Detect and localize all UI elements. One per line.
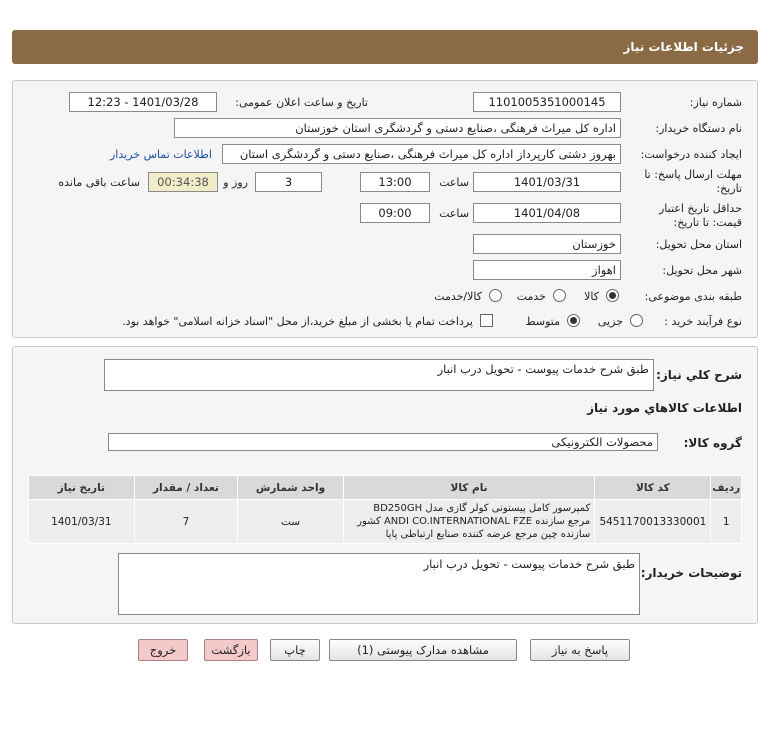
goods-table-header: ردیف کد کالا نام کالا واحد شمارش تعداد /… bbox=[28, 475, 742, 500]
deadline-label: مهلت ارسال پاسخ: تا bbox=[644, 168, 742, 181]
days-label: روز و bbox=[223, 176, 248, 189]
category-option-goods: کالا bbox=[584, 290, 599, 303]
category-option-service: خدمت bbox=[516, 290, 546, 303]
attachments-button[interactable]: مشاهده مدارک پیوستی (1) bbox=[329, 639, 517, 661]
city-label: شهر محل تحویل: bbox=[662, 264, 742, 277]
days-field: 3 bbox=[255, 172, 322, 192]
back-button[interactable]: بازگشت bbox=[204, 639, 258, 661]
validity-label: حداقل تاریخ اعتبار bbox=[658, 202, 742, 215]
cell-unit: ست bbox=[237, 499, 344, 544]
treasury-checkbox[interactable] bbox=[480, 314, 493, 327]
deadline-date-field: 1401/03/31 bbox=[473, 172, 621, 192]
goods-group-label: گروه کالا: bbox=[683, 436, 742, 450]
buyer-org-label: نام دستگاه خریدار: bbox=[655, 122, 742, 135]
goods-group-field: محصولات الکترونیکی bbox=[108, 433, 658, 451]
col-name: نام کالا bbox=[342, 475, 596, 500]
goods-section-title: اطلاعات کالاهاي مورد نياز bbox=[587, 401, 742, 415]
process-option-minor: جزیی bbox=[597, 315, 623, 328]
buyer-notes-label: توضیحات خریدار: bbox=[640, 566, 742, 580]
deadline-time-label: ساعت bbox=[439, 176, 469, 189]
cell-date: 1401/03/31 bbox=[28, 499, 135, 544]
category-label: طبقه بندی موضوعی: bbox=[644, 290, 742, 303]
remaining-time-field: 00:34:38 bbox=[148, 172, 218, 192]
buyer-notes-field: طبق شرح خدمات پیوست - تحویل درب انبار bbox=[118, 553, 640, 615]
category-radio-goods[interactable] bbox=[606, 289, 619, 302]
city-field: اهواز bbox=[473, 260, 621, 280]
validity-time-field: 09:00 bbox=[360, 203, 430, 223]
deadline-time-field: 13:00 bbox=[360, 172, 430, 192]
requester-label: ایجاد کننده درخواست: bbox=[640, 148, 742, 161]
goods-table: ردیف کد کالا نام کالا واحد شمارش تعداد /… bbox=[28, 475, 742, 544]
process-radio-medium[interactable] bbox=[567, 314, 580, 327]
validity-label-date: قیمت: تا تاریخ: bbox=[673, 216, 742, 229]
buyer-contact-link[interactable]: اطلاعات تماس خریدار bbox=[110, 148, 212, 161]
col-code: کد کالا bbox=[594, 475, 712, 500]
category-option-goods-service: کالا/خدمت bbox=[434, 290, 482, 303]
print-button[interactable]: چاپ bbox=[270, 639, 320, 661]
category-radio-service[interactable] bbox=[553, 289, 566, 302]
cell-row: 1 bbox=[710, 499, 742, 544]
category-radio-goods-service[interactable] bbox=[489, 289, 502, 302]
page-title: جزئیات اطلاعات نیاز bbox=[623, 40, 744, 54]
province-field: خوزستان bbox=[473, 234, 621, 254]
page-header: جزئیات اطلاعات نیاز bbox=[12, 30, 758, 64]
table-row: 1 5451170013330001 کمپرسور کامل پیستونی … bbox=[28, 499, 742, 544]
announce-label: تاریخ و ساعت اعلان عمومی: bbox=[235, 96, 368, 109]
exit-button[interactable]: خروج bbox=[138, 639, 188, 661]
reply-button[interactable]: پاسخ به نیاز bbox=[530, 639, 630, 661]
cell-qty: 7 bbox=[133, 499, 239, 544]
remaining-time-label: ساعت باقی مانده bbox=[58, 176, 140, 189]
summary-label: شرح کلي نياز: bbox=[656, 368, 742, 382]
buyer-org-field: اداره کل میراث فرهنگی ،صنایع دستی و گردش… bbox=[174, 118, 621, 138]
payment-note: پرداخت تمام یا بخشی از مبلغ خرید،از محل … bbox=[122, 315, 473, 328]
process-radio-minor[interactable] bbox=[630, 314, 643, 327]
cell-code: 5451170013330001 bbox=[594, 499, 712, 544]
process-label: نوع فرآیند خرید : bbox=[664, 315, 742, 328]
validity-time-label: ساعت bbox=[439, 207, 469, 220]
col-date: تاریخ نیاز bbox=[28, 475, 135, 500]
col-row: ردیف bbox=[710, 475, 742, 500]
process-option-medium: متوسط bbox=[525, 315, 560, 328]
cell-name: کمپرسور کامل پیستونی کولر گازی مدل BD250… bbox=[342, 499, 596, 544]
announce-field: 1401/03/28 - 12:23 bbox=[69, 92, 217, 112]
col-unit: واحد شمارش bbox=[237, 475, 344, 500]
requester-field: بهروز دشتی کارپرداز اداره کل میراث فرهنگ… bbox=[222, 144, 621, 164]
validity-date-field: 1401/04/08 bbox=[473, 203, 621, 223]
col-qty: تعداد / مقدار bbox=[133, 475, 239, 500]
deadline-label-date: تاریخ: bbox=[716, 182, 742, 195]
need-number-field: 1101005351000145 bbox=[473, 92, 621, 112]
summary-field: طبق شرح خدمات پیوست - تحویل درب انبار bbox=[104, 359, 654, 391]
need-number-label: شماره نیاز: bbox=[689, 96, 742, 109]
province-label: استان محل تحویل: bbox=[655, 238, 742, 251]
